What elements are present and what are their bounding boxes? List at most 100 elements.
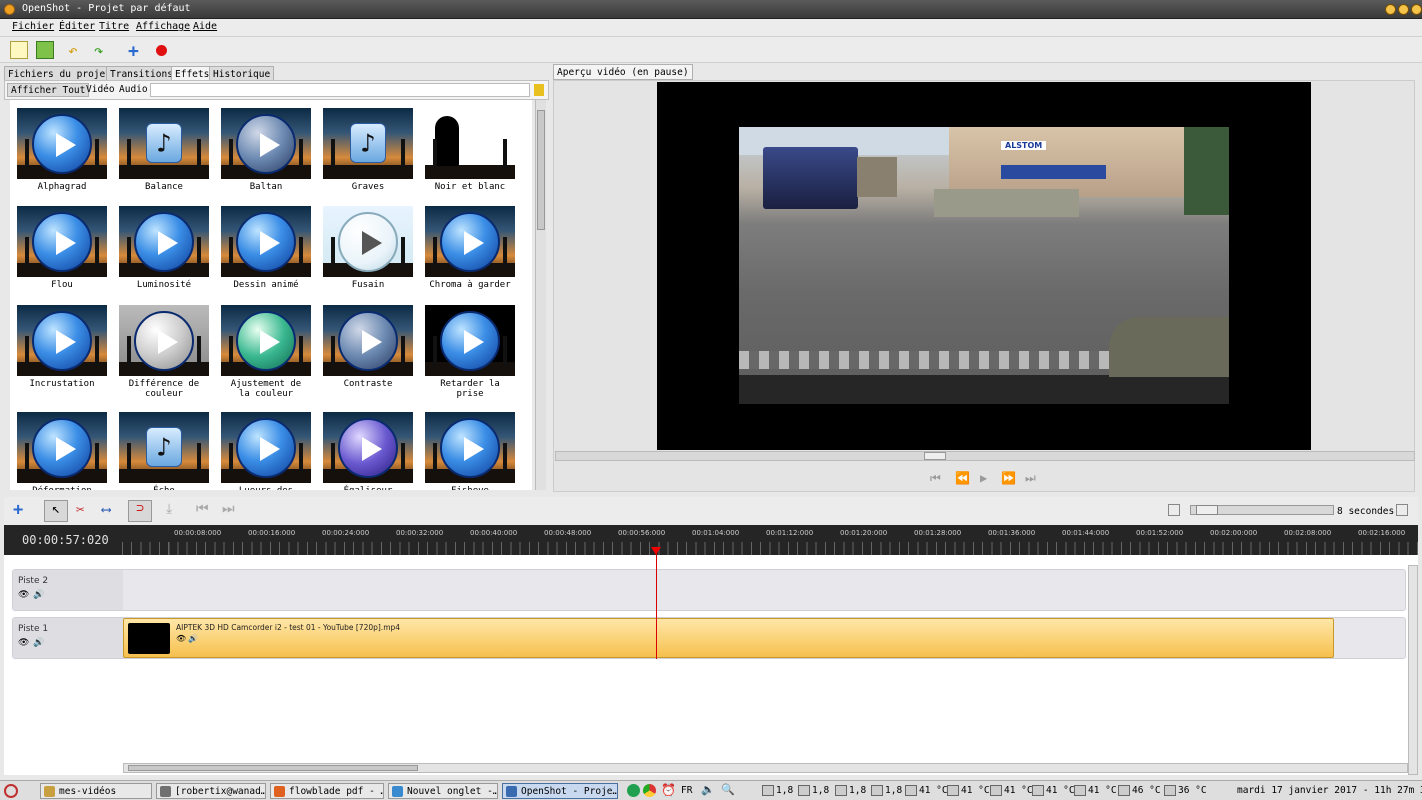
zoom-in-icon[interactable] <box>1396 504 1408 516</box>
razor-tool-icon[interactable]: ✂ <box>76 502 84 518</box>
track-audio-icon[interactable]: 🔊 <box>33 590 44 600</box>
zoom-slider-handle[interactable] <box>1196 505 1218 515</box>
tab-transitions[interactable]: Transitions <box>106 66 177 81</box>
effect-item[interactable]: Chroma à garder <box>422 206 518 304</box>
add-marker-icon[interactable]: ⤓ <box>166 501 172 517</box>
next-marker-icon[interactable]: ⏭ <box>222 501 235 517</box>
effect-label-line: Déformation <box>14 486 110 490</box>
volume-icon[interactable]: 🔈 <box>701 783 715 796</box>
effect-thumbnail <box>221 305 311 376</box>
play-orb-icon <box>236 311 296 371</box>
timeline-horizontal-scrollbar[interactable] <box>123 763 1408 773</box>
zoom-out-icon[interactable] <box>1168 504 1180 516</box>
effect-label: Fusain <box>320 280 416 290</box>
search-icon[interactable]: 🔍 <box>721 783 735 796</box>
tab-history[interactable]: Historique <box>209 66 275 81</box>
tab-video-preview[interactable]: Aperçu vidéo (en pause) <box>553 64 693 80</box>
filter-all[interactable]: Afficher Tout <box>7 83 90 97</box>
filter-search-input[interactable] <box>150 83 530 97</box>
effect-item[interactable]: ♪ Graves <box>320 108 416 206</box>
sensor-readout: 1,8 <box>849 785 867 796</box>
effect-item[interactable]: Fisheye <box>422 412 518 490</box>
previous-marker-icon[interactable]: ⏮ <box>196 501 209 517</box>
effects-scrollbar[interactable] <box>535 100 546 490</box>
zoom-slider[interactable] <box>1190 505 1334 515</box>
play-icon[interactable]: ▶ <box>980 471 987 485</box>
clip-audio-icon[interactable]: 🔊 <box>188 634 198 643</box>
maximize-button[interactable] <box>1398 4 1409 15</box>
network-icon[interactable] <box>627 784 640 797</box>
timeline-vertical-scrollbar[interactable] <box>1408 565 1418 775</box>
taskbar-task[interactable]: Nouvel onglet -… <box>388 783 498 799</box>
import-files-icon[interactable]: + <box>128 41 146 62</box>
close-button[interactable] <box>1411 4 1422 15</box>
resize-tool-icon[interactable]: ⟷ <box>102 502 110 518</box>
effect-item[interactable]: Baltan <box>218 108 314 206</box>
track-visibility-icon[interactable]: 👁 <box>18 638 29 648</box>
clock[interactable]: mardi 17 janvier 2017 - 11h 27m 37s <box>1237 785 1422 796</box>
taskbar-task[interactable]: OpenShot - Proje… <box>502 783 618 799</box>
sensor-icon <box>1164 785 1176 796</box>
video-clip[interactable]: AIPTEK 3D HD Camcorder i2 - test 01 - Yo… <box>123 618 1334 658</box>
effect-item[interactable]: Incrustation <box>14 305 110 403</box>
jump-start-icon[interactable]: ⏮ <box>930 471 941 486</box>
clip-visibility-icon[interactable]: 👁 <box>176 634 186 643</box>
rewind-icon[interactable]: ⏪ <box>955 471 970 485</box>
start-menu-icon[interactable] <box>4 784 18 798</box>
tab-project-files[interactable]: Fichiers du projet <box>4 66 115 81</box>
effect-thumbnail <box>17 108 107 179</box>
new-project-icon[interactable] <box>10 41 28 59</box>
snapping-icon[interactable]: ⊃ <box>128 500 152 522</box>
scroll-thumb[interactable] <box>128 765 418 771</box>
menu-aide[interactable]: Aide <box>193 21 217 32</box>
jump-end-icon[interactable]: ⏭ <box>1025 471 1036 486</box>
effect-item[interactable]: Ajustement de la couleur <box>218 305 314 403</box>
effect-item[interactable]: Contraste <box>320 305 416 403</box>
effect-item[interactable]: Fusain <box>320 206 416 304</box>
minimize-button[interactable] <box>1385 4 1396 15</box>
ruler-tick-label: 00:00:32:000 <box>396 529 444 537</box>
effect-item[interactable]: Lueurs des <box>218 412 314 490</box>
filter-audio[interactable]: Audio <box>116 83 151 97</box>
menu-fichier[interactable]: Fichier <box>12 21 54 32</box>
effect-label: Égaliseur <box>320 486 416 490</box>
playhead-line[interactable] <box>656 553 657 659</box>
filter-video[interactable]: Vidéo <box>83 83 118 97</box>
preview-seek-bar[interactable] <box>555 451 1415 461</box>
effect-item[interactable]: Alphagrad <box>14 108 110 206</box>
clear-filter-icon[interactable] <box>534 84 544 96</box>
export-video-icon[interactable] <box>156 45 167 56</box>
pointer-tool-icon[interactable]: ↖ <box>44 500 68 522</box>
chrome-icon[interactable] <box>643 784 656 797</box>
keyboard-layout[interactable]: FR <box>681 785 692 796</box>
scroll-thumb[interactable] <box>537 110 545 230</box>
track-audio-icon[interactable]: 🔊 <box>33 638 44 648</box>
effect-item[interactable]: Retarder la prise <box>422 305 518 403</box>
seek-handle[interactable] <box>924 452 946 460</box>
effect-item[interactable]: Déformation <box>14 412 110 490</box>
menu-affichage[interactable]: Affichage <box>136 21 190 32</box>
effect-item[interactable]: Différence de couleur <box>116 305 212 403</box>
effect-item[interactable]: Dessin animé <box>218 206 314 304</box>
save-project-icon[interactable] <box>36 41 54 59</box>
taskbar-task[interactable]: flowblade pdf - … <box>270 783 384 799</box>
taskbar-task[interactable]: mes-vidéos <box>40 783 152 799</box>
alarm-icon[interactable]: ⏰ <box>661 783 676 797</box>
track-visibility-icon[interactable]: 👁 <box>18 590 29 600</box>
effect-item[interactable]: Flou <box>14 206 110 304</box>
taskbar-task[interactable]: [robertix@wanad… <box>156 783 266 799</box>
effect-item[interactable]: Luminosité <box>116 206 212 304</box>
undo-icon[interactable]: ↶ <box>68 41 86 60</box>
redo-icon[interactable]: ↷ <box>94 41 112 60</box>
timeline-ruler[interactable]: 00:00:57:020 00:00:08:000 00:00:16:000 00:… <box>4 525 1418 555</box>
effect-item[interactable]: ♪ Balance <box>116 108 212 206</box>
effect-item[interactable]: ♪ Écho <box>116 412 212 490</box>
fast-forward-icon[interactable]: ⏩ <box>1001 471 1016 485</box>
menu-editer[interactable]: Éditer <box>59 21 95 32</box>
add-track-icon[interactable]: + <box>13 500 23 520</box>
track-2[interactable]: Piste 2 👁 🔊 <box>12 569 1406 611</box>
effect-item[interactable]: Noir et blanc <box>422 108 518 206</box>
menu-titre[interactable]: Titre <box>99 21 129 32</box>
tab-effects[interactable]: Effets <box>171 66 214 81</box>
effect-item[interactable]: Égaliseur <box>320 412 416 490</box>
